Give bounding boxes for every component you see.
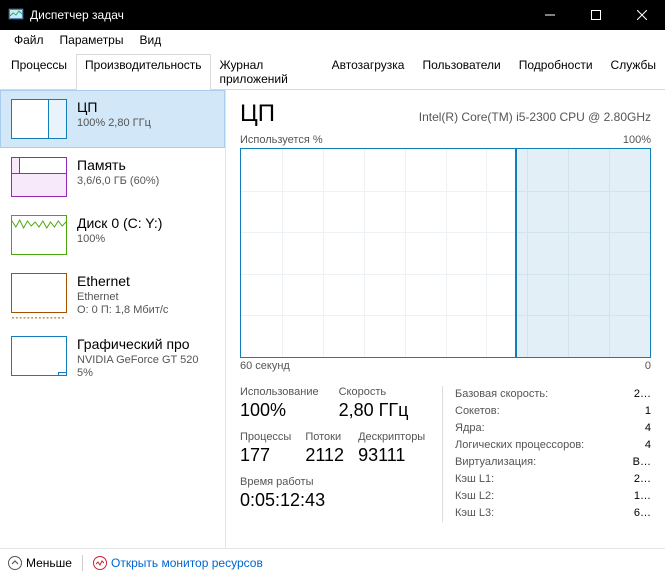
cores-value: 4 <box>639 420 651 437</box>
ethernet-thumb-icon <box>11 273 67 313</box>
graph-label-xmin: 0 <box>645 360 651 372</box>
statusbar: Меньше Открыть монитор ресурсов <box>0 548 665 577</box>
sidebar-cpu-title: ЦП <box>77 99 151 117</box>
sidebar-item-memory[interactable]: Память 3,6/6,0 ГБ (60%) <box>0 148 225 206</box>
graph-label-xmax: 60 секунд <box>240 360 290 372</box>
sidebar-gpu-sub2: 5% <box>77 367 198 381</box>
sidebar-cpu-sub: 100% 2,80 ГГц <box>77 117 151 131</box>
resource-monitor-icon <box>93 556 107 570</box>
base-speed-value: 2… <box>628 386 651 403</box>
app-icon <box>8 7 24 23</box>
processes-value: 177 <box>240 445 291 466</box>
menu-file[interactable]: Файл <box>6 31 52 49</box>
sidebar-eth-sub2: О: 0 П: 1,8 Мбит/с <box>77 304 168 318</box>
logical-label: Логических процессоров: <box>455 437 584 454</box>
threads-label: Потоки <box>305 431 344 443</box>
content: ЦП 100% 2,80 ГГц Память 3,6/6,0 ГБ (60%)… <box>0 90 665 565</box>
sidebar-mem-sub: 3,6/6,0 ГБ (60%) <box>77 175 159 189</box>
l1-label: Кэш L1: <box>455 471 494 488</box>
speed-value: 2,80 ГГц <box>339 400 409 421</box>
chevron-up-icon <box>8 556 22 570</box>
gpu-thumb-icon <box>11 336 67 376</box>
main-panel: ЦП Intel(R) Core(TM) i5-2300 CPU @ 2.80G… <box>226 90 665 565</box>
l2-value: 1… <box>628 488 651 505</box>
sidebar-item-ethernet[interactable]: Ethernet Ethernet О: 0 П: 1,8 Мбит/с <box>0 264 225 327</box>
fewer-details-label: Меньше <box>26 556 72 570</box>
sidebar-disk-title: Диск 0 (C: Y:) <box>77 215 162 233</box>
cpu-usage-graph[interactable] <box>240 148 651 358</box>
sidebar-mem-title: Память <box>77 157 159 175</box>
processes-label: Процессы <box>240 431 291 443</box>
menu-options[interactable]: Параметры <box>52 31 132 49</box>
titlebar: Диспетчер задач <box>0 0 665 30</box>
speed-label: Скорость <box>339 386 409 398</box>
l1-value: 2… <box>628 471 651 488</box>
tab-performance[interactable]: Производительность <box>76 54 210 90</box>
close-button[interactable] <box>619 0 665 30</box>
l3-value: 6… <box>628 505 651 522</box>
sidebar-disk-sub: 100% <box>77 233 162 247</box>
cpu-name: Intel(R) Core(TM) i5-2300 CPU @ 2.80GHz <box>419 110 651 124</box>
l3-label: Кэш L3: <box>455 505 494 522</box>
statusbar-separator <box>82 555 83 571</box>
sockets-value: 1 <box>639 403 651 420</box>
disk-thumb-icon <box>11 215 67 255</box>
page-title: ЦП <box>240 100 275 128</box>
open-resource-monitor-link[interactable]: Открыть монитор ресурсов <box>93 556 263 570</box>
uptime-label: Время работы <box>240 476 422 488</box>
menu-view[interactable]: Вид <box>131 31 169 49</box>
handles-label: Дескрипторы <box>358 431 425 443</box>
virt-value: В… <box>627 454 651 471</box>
usage-label: Использование <box>240 386 319 398</box>
memory-thumb-icon <box>11 157 67 197</box>
minimize-button[interactable] <box>527 0 573 30</box>
menubar: Файл Параметры Вид <box>0 30 665 50</box>
handles-value: 93111 <box>358 445 425 466</box>
window-title: Диспетчер задач <box>30 8 527 22</box>
graph-label-y: Используется % <box>240 134 323 146</box>
sidebar-gpu-sub: NVIDIA GeForce GT 520 <box>77 354 198 368</box>
logical-value: 4 <box>639 437 651 454</box>
sidebar-item-disk[interactable]: Диск 0 (C: Y:) 100% <box>0 206 225 264</box>
graph-label-ymax: 100% <box>623 134 651 146</box>
cpu-thumb-icon <box>11 99 67 139</box>
sidebar: ЦП 100% 2,80 ГГц Память 3,6/6,0 ГБ (60%)… <box>0 90 226 565</box>
sidebar-eth-title: Ethernet <box>77 273 168 291</box>
tabs: Процессы Производительность Журнал прило… <box>0 53 665 90</box>
open-resource-monitor-label: Открыть монитор ресурсов <box>111 556 263 570</box>
tab-processes[interactable]: Процессы <box>2 54 76 90</box>
l2-label: Кэш L2: <box>455 488 494 505</box>
threads-value: 2112 <box>305 445 344 466</box>
tab-services[interactable]: Службы <box>602 54 665 90</box>
tab-users[interactable]: Пользователи <box>413 54 509 90</box>
sockets-label: Сокетов: <box>455 403 500 420</box>
virt-label: Виртуализация: <box>455 454 536 471</box>
fewer-details-button[interactable]: Меньше <box>8 556 72 570</box>
tab-details[interactable]: Подробности <box>510 54 602 90</box>
sidebar-gpu-title: Графический про <box>77 336 198 354</box>
sidebar-item-cpu[interactable]: ЦП 100% 2,80 ГГц <box>0 90 225 148</box>
uptime-value: 0:05:12:43 <box>240 490 422 511</box>
sidebar-item-gpu[interactable]: Графический про NVIDIA GeForce GT 520 5% <box>0 327 225 390</box>
usage-value: 100% <box>240 400 319 421</box>
sidebar-eth-sub: Ethernet <box>77 291 168 305</box>
tab-startup[interactable]: Автозагрузка <box>323 54 414 90</box>
tab-app-history[interactable]: Журнал приложений <box>211 54 323 90</box>
cores-label: Ядра: <box>455 420 485 437</box>
base-speed-label: Базовая скорость: <box>455 386 548 403</box>
maximize-button[interactable] <box>573 0 619 30</box>
